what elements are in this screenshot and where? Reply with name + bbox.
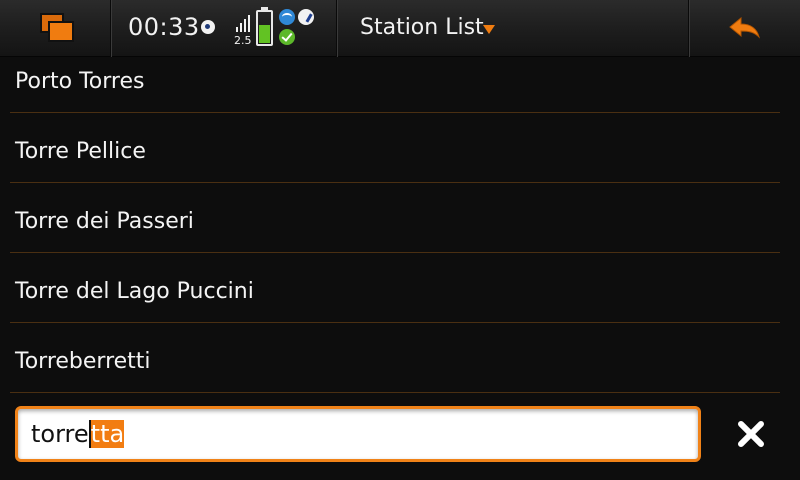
wifi-icon (279, 9, 295, 25)
list-item[interactable]: Torre del Lago Puccini (10, 253, 780, 323)
station-name: Torre del Lago Puccini (15, 279, 254, 304)
station-name: Torre dei Passeri (15, 209, 194, 234)
search-completion-text: tta (88, 420, 125, 448)
alarm-icon (201, 20, 215, 34)
back-button[interactable] (690, 0, 800, 57)
task-switcher-button[interactable] (0, 0, 110, 57)
page-title: Station List (360, 15, 484, 40)
battery-level (259, 25, 270, 43)
list-item[interactable]: Porto Torres (10, 57, 780, 113)
presence-icon (298, 9, 314, 25)
chevron-down-icon (483, 25, 495, 34)
signal-strength-icon (236, 12, 254, 32)
station-name: Torre Pellice (15, 139, 146, 164)
search-typed-text: torre (31, 420, 89, 448)
station-name: Torreberretti (15, 349, 151, 374)
status-bar: 00:33 2.5 Station List (0, 0, 800, 57)
battery-icon (256, 7, 273, 46)
view-menu[interactable]: Station List (338, 0, 688, 57)
station-name: Porto Torres (15, 69, 145, 94)
station-list[interactable]: Porto Torres Torre Pellice Torre dei Pas… (0, 57, 800, 393)
clock: 00:33 (128, 13, 200, 41)
connected-check-icon (279, 29, 295, 45)
back-arrow-icon (729, 17, 760, 39)
clear-search-button[interactable] (725, 408, 777, 460)
list-item[interactable]: Torre Pellice (10, 113, 780, 183)
list-item[interactable]: Torre dei Passeri (10, 183, 780, 253)
search-input[interactable]: torretta (15, 406, 701, 462)
search-text: torretta (31, 420, 125, 448)
network-type-label: 2.5 (234, 34, 252, 47)
task-switcher-icon-front (48, 21, 74, 42)
close-icon (738, 421, 764, 447)
divider (110, 0, 112, 57)
list-item[interactable]: Torreberretti (10, 323, 780, 393)
